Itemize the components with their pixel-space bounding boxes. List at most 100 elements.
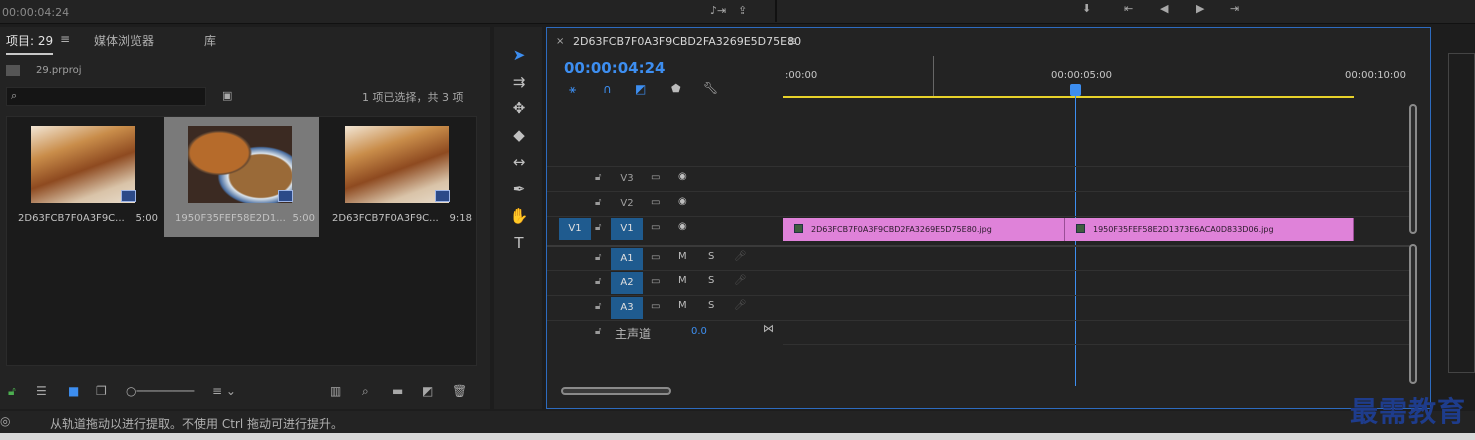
sort-icon[interactable]: ≡ ⌄ <box>212 384 236 398</box>
media-item[interactable]: 2D63FCB7F0A3F9C... 5:00 <box>7 117 162 237</box>
go-to-in-icon[interactable]: ⇤ <box>1124 2 1133 15</box>
time-ruler[interactable]: :00:00 00:00:05:00 00:00:10:00 <box>783 56 1413 100</box>
still-image-icon <box>278 190 293 202</box>
insert-icon[interactable]: ⇪ <box>738 4 747 17</box>
lock-icon[interactable]: 🔓︎ <box>595 326 601 337</box>
track-name[interactable]: V2 <box>611 193 643 215</box>
track-row-master: 🔓︎ 主声道 0.0 ⋈ <box>547 320 1413 345</box>
step-back-icon[interactable]: ◀ <box>1160 2 1168 15</box>
track-name[interactable]: A1 <box>611 248 643 270</box>
sync-lock-icon[interactable]: ▭ <box>651 276 660 287</box>
panel-menu-icon[interactable]: ≡ <box>787 34 797 48</box>
mute-button[interactable]: M <box>678 300 687 311</box>
track-name[interactable]: A3 <box>611 297 643 319</box>
lock-icon[interactable]: 🔓︎ <box>595 276 601 287</box>
sync-lock-icon[interactable]: ▭ <box>651 172 660 183</box>
export-frame-icon[interactable]: ♪⇥ <box>710 4 726 17</box>
marker-icon[interactable]: ⬇ <box>1082 2 1091 15</box>
solo-button[interactable]: S <box>708 251 714 262</box>
search-input[interactable]: ⌕ <box>6 87 206 106</box>
eye-icon[interactable]: ◉ <box>678 196 687 207</box>
track-header: 🔓︎ V3 ▭ ◉ <box>547 167 783 191</box>
track-select-icon[interactable]: ⇉ <box>508 71 530 93</box>
ripple-edit-icon[interactable]: ✥ <box>508 97 530 119</box>
timeline-clip[interactable]: 2D63FCB7F0A3F9CBD2FA3269E5D75E80.jpg <box>783 218 1065 241</box>
zoom-slider[interactable]: ○──────── <box>126 384 194 398</box>
work-area-bar[interactable] <box>783 96 1354 98</box>
selection-tool-icon[interactable]: ➤ <box>508 44 530 66</box>
new-bin-icon[interactable]: ▣ <box>222 89 232 102</box>
new-item-icon[interactable]: ◩ <box>422 384 433 398</box>
solo-button[interactable]: S <box>708 300 714 311</box>
track-name[interactable]: V3 <box>611 168 643 190</box>
lock-icon[interactable]: 🔓︎ <box>595 301 601 312</box>
timeline-clip[interactable]: 1950F35FEF58E2D1373E6ACA0D833D06.jpg <box>1065 218 1354 241</box>
track-row-a3: 🔓︎ A3 ▭ M S 🎤︎ <box>547 295 1413 320</box>
nest-icon[interactable]: ⚹ <box>569 82 576 97</box>
video-vertical-scrollbar[interactable] <box>1409 104 1417 234</box>
slip-icon[interactable]: ↔ <box>508 151 530 173</box>
hand-icon[interactable]: ✋ <box>508 205 530 227</box>
tab-libraries[interactable]: 库 <box>204 32 216 49</box>
close-tab-icon[interactable]: × <box>556 36 564 47</box>
sync-lock-icon[interactable]: ▭ <box>651 222 660 233</box>
tab-media-browser[interactable]: 媒体浏览器 <box>94 32 154 49</box>
trash-icon[interactable]: 🗑︎ <box>452 384 467 398</box>
list-view-icon[interactable]: ☰ <box>36 384 47 398</box>
eye-icon[interactable]: ◉ <box>678 221 687 232</box>
lock-icon[interactable]: 🔓︎ <box>595 252 601 263</box>
solo-button[interactable]: S <box>708 275 714 286</box>
lock-icon[interactable]: 🔓︎ <box>8 384 16 399</box>
master-volume[interactable]: 0.0 <box>691 326 707 337</box>
mute-button[interactable]: M <box>678 275 687 286</box>
freeform-view-icon[interactable]: ❐ <box>96 384 107 398</box>
source-patch[interactable]: V1 <box>559 218 591 240</box>
find-icon[interactable]: ⌕ <box>362 384 369 399</box>
eye-icon[interactable]: ◉ <box>678 171 687 182</box>
track-name[interactable]: V1 <box>611 218 643 240</box>
type-tool-icon[interactable]: T <box>508 232 530 254</box>
sequence-tab[interactable]: 2D63FCB7F0A3F9CBD2FA3269E5D75E80 <box>573 35 801 48</box>
add-marker-icon[interactable]: ⬟ <box>671 82 681 95</box>
automate-icon[interactable]: ▥ <box>330 384 341 398</box>
media-item[interactable]: 2D63FCB7F0A3F9C... 9:18 <box>321 117 476 237</box>
ruler-label: :00:00 <box>785 70 818 81</box>
top-bar: 00:00:04:24 ♪⇥ ⇪ ⬇ ⇤ ◀ ▶ ⇥ <box>0 0 1475 24</box>
goto-end-icon[interactable]: ⋈ <box>763 322 774 335</box>
track-header: V1 🔓︎ V1 ▭ ◉ <box>547 217 783 241</box>
go-to-out-icon[interactable]: ⇥ <box>1230 2 1239 15</box>
sync-lock-icon[interactable]: ▭ <box>651 301 660 312</box>
lock-icon[interactable]: 🔓︎ <box>595 197 601 208</box>
sync-lock-icon[interactable]: ▭ <box>651 252 660 263</box>
playhead-timecode[interactable]: 00:00:04:24 <box>564 59 666 77</box>
program-frame <box>1448 53 1475 373</box>
panel-divider <box>775 0 777 22</box>
lock-icon[interactable]: 🔓︎ <box>595 222 601 233</box>
microphone-icon[interactable]: 🎤︎ <box>734 275 747 286</box>
ruler-label: 00:00:05:00 <box>1051 70 1113 81</box>
audio-vertical-scrollbar[interactable] <box>1409 244 1417 384</box>
linked-selection-icon[interactable]: ◩ <box>635 82 646 96</box>
media-item[interactable]: 1950F35FEF58E2D1... 5:00 <box>164 117 319 237</box>
tab-project[interactable]: 项目: 29 <box>6 32 54 55</box>
media-name: 2D63FCB7F0A3F9C... <box>332 213 439 224</box>
play-icon[interactable]: ▶ <box>1196 2 1204 15</box>
panel-menu-icon[interactable]: ≡ <box>60 32 70 46</box>
new-bin-icon[interactable]: ▬ <box>392 384 403 398</box>
sync-lock-icon[interactable]: ▭ <box>651 197 660 208</box>
pen-icon[interactable]: ✒ <box>508 178 530 200</box>
icon-view-icon[interactable]: ■ <box>68 384 79 398</box>
mute-button[interactable]: M <box>678 251 687 262</box>
track-row-a2: 🔓︎ A2 ▭ M S 🎤︎ <box>547 270 1413 295</box>
track-name[interactable]: A2 <box>611 272 643 294</box>
snap-icon[interactable]: ∩ <box>603 82 612 96</box>
razor-icon[interactable]: ◆ <box>508 124 530 146</box>
master-label: 主声道 <box>615 327 652 341</box>
lock-icon[interactable]: 🔓︎ <box>595 172 601 183</box>
horizontal-scrollbar[interactable] <box>561 387 671 395</box>
microphone-icon[interactable]: 🎤︎ <box>734 251 747 262</box>
media-name: 1950F35FEF58E2D1... <box>175 213 286 224</box>
microphone-icon[interactable]: 🎤︎ <box>734 300 747 311</box>
wrench-icon[interactable]: 🔧︎ <box>703 81 718 95</box>
track-row-v3: 🔓︎ V3 ▭ ◉ <box>547 166 1413 191</box>
